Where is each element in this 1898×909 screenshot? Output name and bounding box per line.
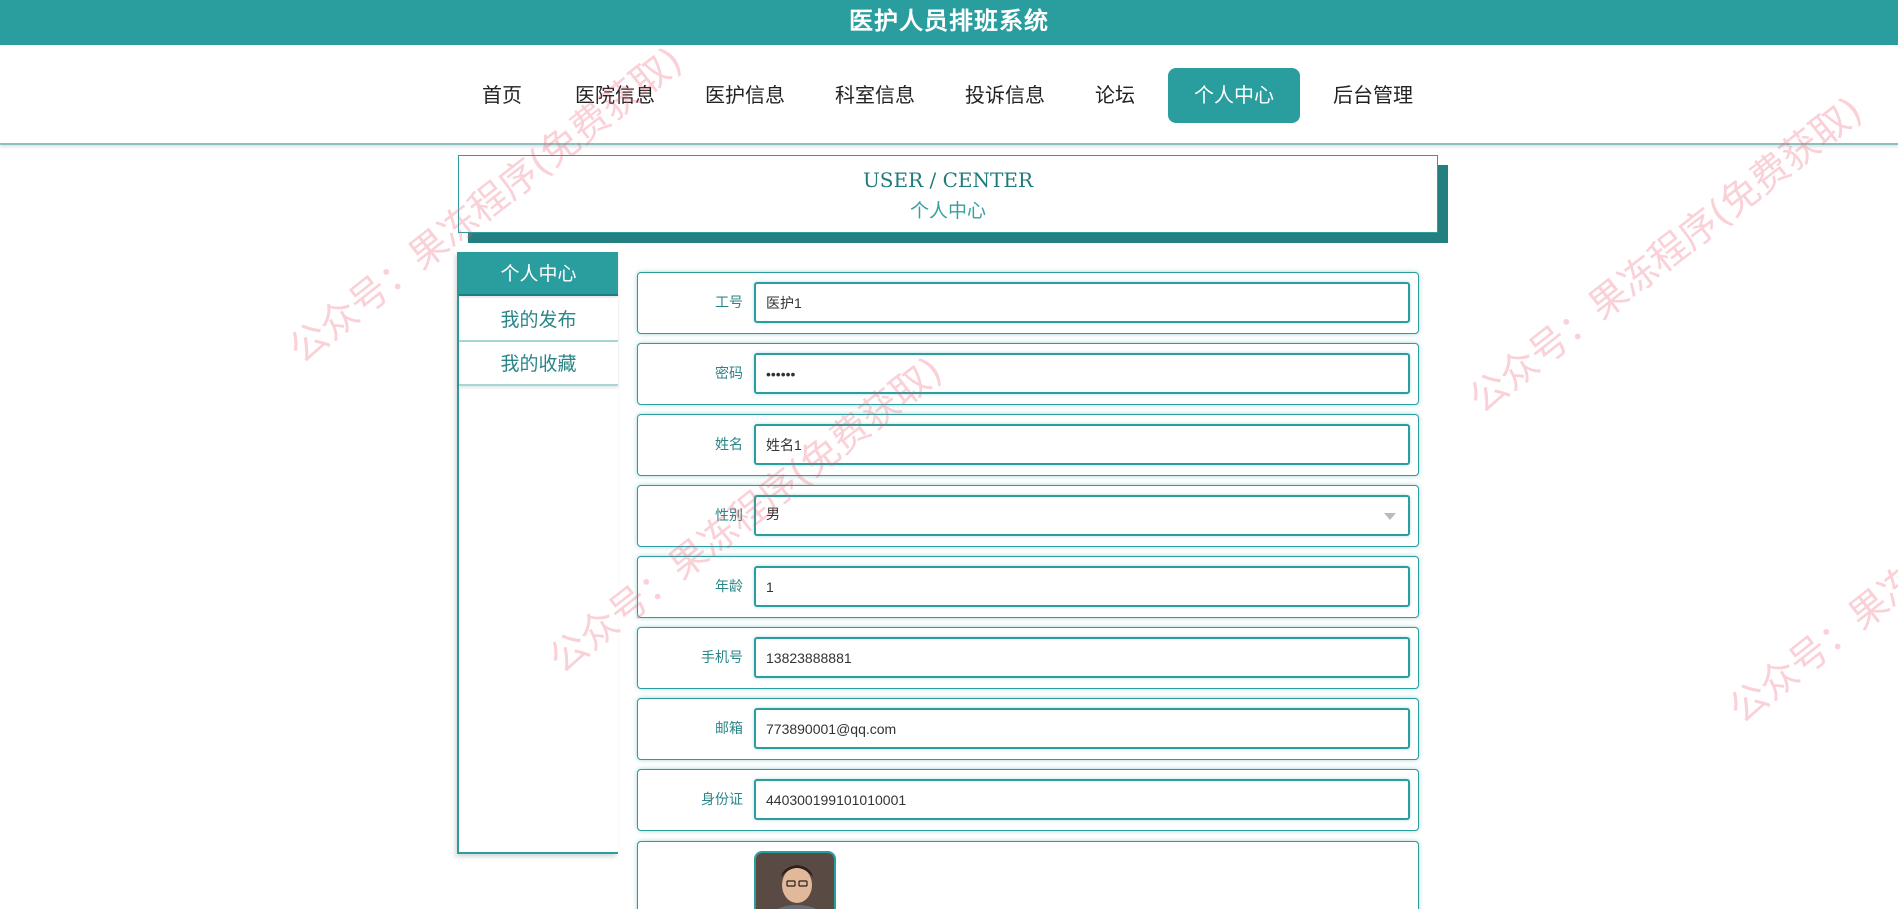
gender-select-value: 男	[766, 507, 780, 523]
section-title-en: USER / CENTER	[862, 168, 1034, 192]
name-input[interactable]	[754, 424, 1410, 465]
form-row-staff-id: 工号	[637, 272, 1419, 334]
section-title-cn: 个人中心	[909, 200, 986, 222]
form-row-id-card: 身份证	[637, 769, 1419, 831]
section-title-card: USER / CENTER 个人中心	[458, 155, 1438, 233]
nav-item-department-info[interactable]: 科室信息	[828, 68, 922, 123]
id-card-input[interactable]	[754, 779, 1410, 820]
phone-label: 手机号	[701, 650, 743, 666]
password-input[interactable]	[754, 353, 1410, 394]
phone-input[interactable]	[754, 637, 1410, 678]
app-title: 医护人员排班系统	[849, 7, 1049, 35]
avatar[interactable]	[754, 851, 836, 909]
main-nav: 首页 医院信息 医护信息 科室信息 投诉信息 论坛 个人中心 后台管理	[0, 45, 1898, 145]
form-row-name: 姓名	[637, 414, 1419, 476]
form-row-photo	[637, 841, 1419, 909]
email-label: 邮箱	[715, 721, 743, 737]
sidebar: 个人中心 我的发布 我的收藏	[457, 252, 618, 854]
page: 医护人员排班系统 首页 医院信息 医护信息 科室信息 投诉信息 论坛 个人中心 …	[0, 0, 1898, 909]
nav-item-complaint-info[interactable]: 投诉信息	[958, 68, 1052, 123]
nav-item-staff-info[interactable]: 医护信息	[698, 68, 792, 123]
form-row-password: 密码	[637, 343, 1419, 405]
nav-item-hospital-info[interactable]: 医院信息	[568, 68, 662, 123]
form-row-age: 年龄	[637, 556, 1419, 618]
nav-item-forum[interactable]: 论坛	[1088, 68, 1142, 123]
sidebar-item-my-favorites[interactable]: 我的收藏	[459, 342, 618, 386]
age-input[interactable]	[754, 566, 1410, 607]
nav-item-admin[interactable]: 后台管理	[1325, 68, 1421, 123]
gender-select[interactable]: 男	[754, 495, 1410, 536]
form-row-gender: 性别 男	[637, 485, 1419, 547]
gender-label: 性别	[715, 508, 743, 524]
form-row-phone: 手机号	[637, 627, 1419, 689]
sidebar-item-user-center[interactable]: 个人中心	[459, 252, 618, 296]
chevron-down-icon	[1384, 513, 1396, 520]
sidebar-item-my-posts[interactable]: 我的发布	[459, 298, 618, 342]
staff-id-label: 工号	[715, 295, 743, 311]
email-input[interactable]	[754, 708, 1410, 749]
person-photo-icon	[756, 853, 834, 909]
nav-item-user-center[interactable]: 个人中心	[1168, 68, 1300, 123]
name-label: 姓名	[715, 437, 743, 453]
password-label: 密码	[715, 366, 743, 382]
watermark: 公众号：果冻程序(免费获取)	[1720, 398, 1898, 732]
id-card-label: 身份证	[701, 792, 743, 808]
form-row-email: 邮箱	[637, 698, 1419, 760]
staff-id-input[interactable]	[754, 282, 1410, 323]
nav-item-home[interactable]: 首页	[470, 68, 534, 123]
top-bar: 医护人员排班系统	[0, 0, 1898, 45]
age-label: 年龄	[715, 579, 743, 595]
